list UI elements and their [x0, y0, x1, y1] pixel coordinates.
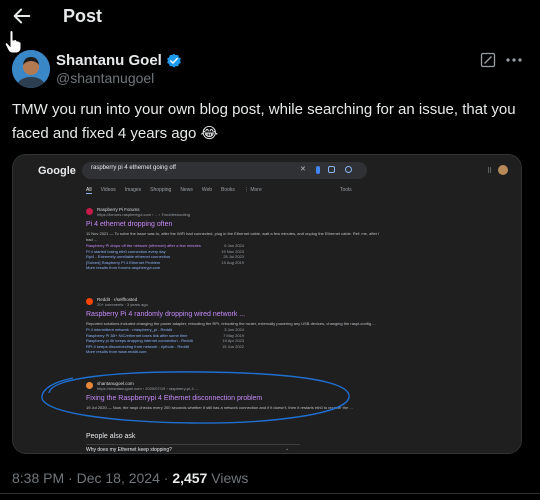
sublink-date: 15 Jun 2022 — [221, 343, 244, 349]
tab-images: Images — [124, 187, 142, 193]
lens-icon — [328, 166, 335, 173]
author-name[interactable]: Shantanu Goel — [56, 52, 162, 69]
tab-videos: Videos — [100, 187, 116, 193]
apps-grid-icon: ⠿ — [487, 168, 493, 175]
search-query: raspberry pi 4 ethernet going off — [91, 165, 176, 171]
hand-cursor-icon — [4, 30, 22, 54]
more-results-link: More results from www.reddit.com — [86, 349, 147, 354]
search-result: Raspberry Pi Forums https://forums.raspb… — [86, 207, 386, 271]
tab-news: News — [180, 187, 193, 193]
back-arrow-icon[interactable] — [11, 5, 33, 27]
more-options-icon[interactable] — [504, 52, 524, 68]
views-count: 2,457 — [172, 470, 208, 486]
tab-books: Books — [221, 187, 235, 193]
avatar[interactable] — [12, 50, 50, 88]
post-meta: 8:38 PM · Dec 18, 2024 · 2,457 Views — [12, 470, 248, 486]
author-name-row[interactable]: Shantanu Goel — [56, 52, 182, 69]
mic-icon — [316, 166, 320, 174]
page-title: Post — [63, 6, 103, 26]
raspberry-favicon-icon — [86, 208, 93, 215]
people-also-ask-heading: People also ask — [86, 433, 136, 440]
chevron-down-icon: ⌄ — [285, 446, 290, 452]
result-snippet: 11 Nov 2021 — To solve the issue was to,… — [86, 231, 380, 242]
divider — [86, 444, 300, 445]
more-vert-icon: ⋮ — [117, 434, 123, 440]
site-url: 20+ comments · 3 years ago — [97, 302, 148, 307]
grok-icon[interactable] — [480, 52, 496, 68]
google-logo: Google — [38, 165, 76, 177]
tools-button: Tools — [340, 187, 352, 193]
search-icon — [345, 166, 352, 173]
reddit-favicon-icon — [86, 298, 93, 305]
tab-all: All — [86, 187, 92, 194]
sublink-date: 10 Aug 2019 — [221, 259, 244, 265]
author-handle[interactable]: @shantanugoel — [56, 70, 154, 86]
more-results-link: More results from forums.raspberrypi.com — [86, 265, 161, 270]
paa-question: Why does my Ethernet keep stopping? — [86, 447, 172, 453]
tab-shopping: Shopping — [150, 187, 172, 193]
site-url: https://forums.raspberrypi.com › ... › T… — [97, 212, 190, 217]
result-title: Raspberry Pi 4 randomly dropping wired n… — [86, 311, 246, 318]
result-site: Reddit · r/selfhosted 20+ comments · 3 y… — [86, 297, 386, 307]
account-avatar — [498, 165, 508, 175]
tab-web: Web — [201, 187, 213, 193]
tab-more: ⋮ More — [243, 187, 262, 193]
highlight-circle-annotation — [41, 371, 350, 424]
tweet-media-image[interactable]: Google raspberry pi 4 ethernet going off… — [12, 154, 522, 454]
views-label: Views — [207, 470, 249, 486]
result-site: Raspberry Pi Forums https://forums.raspb… — [86, 207, 386, 217]
clear-icon: ✕ — [300, 166, 306, 173]
tweet-text: TMW you run into your own blog post, whi… — [12, 101, 516, 142]
verified-badge-icon — [167, 53, 181, 68]
result-title: Pi 4 ethernet dropping often — [86, 221, 173, 228]
divider — [0, 493, 540, 494]
google-tabs: All Videos Images Shopping News Web Book… — [86, 187, 262, 194]
post-time[interactable]: 8:38 PM · Dec 18, 2024 · — [12, 470, 172, 486]
google-search-box: raspberry pi 4 ethernet going off ✕ — [82, 162, 367, 179]
search-result: Reddit · r/selfhosted 20+ comments · 3 y… — [86, 297, 386, 355]
google-header: Google raspberry pi 4 ethernet going off… — [13, 155, 521, 187]
top-bar: Post — [0, 0, 540, 36]
